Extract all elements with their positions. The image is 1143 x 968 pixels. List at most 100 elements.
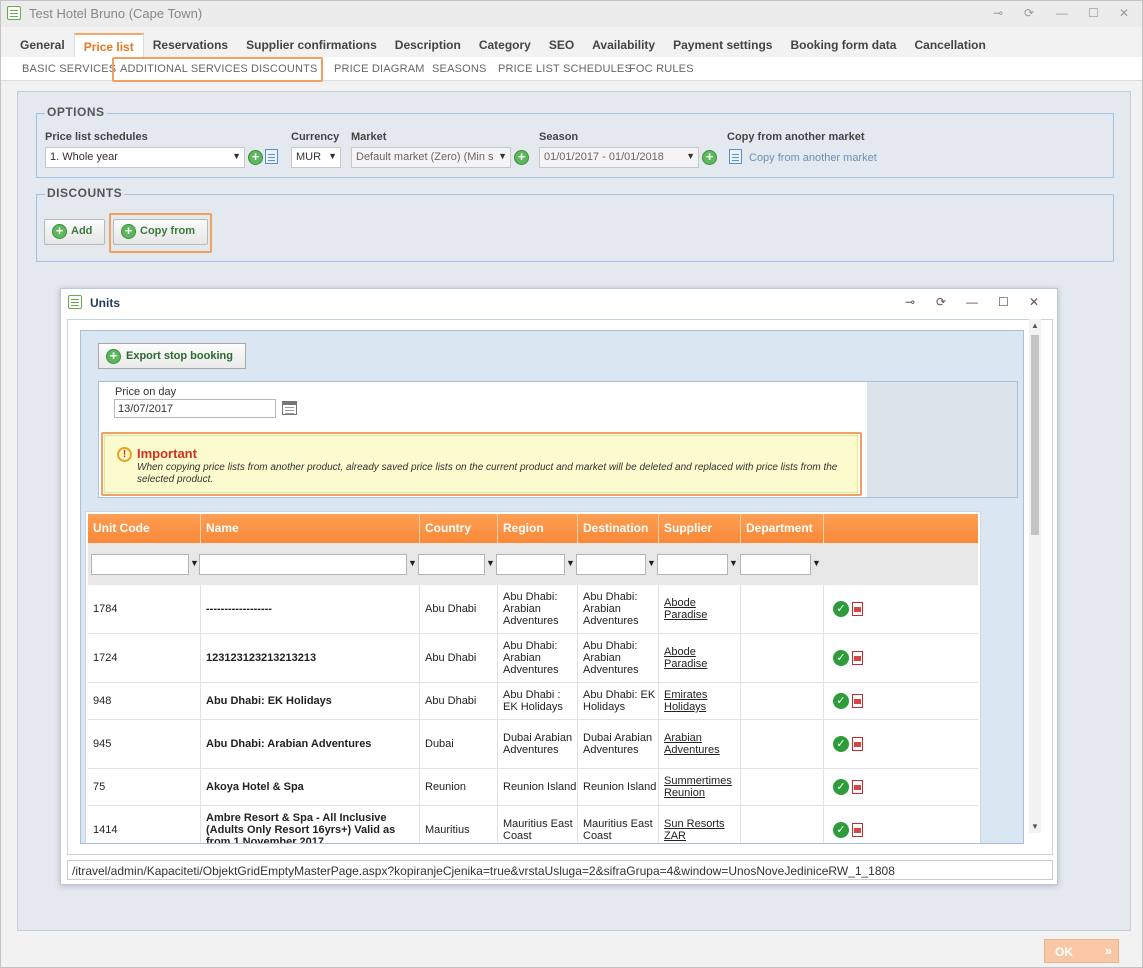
subtab-price-diagram[interactable]: PRICE DIAGRAM: [334, 63, 425, 75]
select-check-icon[interactable]: ✓: [833, 693, 849, 709]
filter-department[interactable]: [740, 554, 811, 575]
subtab-basic-services[interactable]: BASIC SERVICES: [22, 63, 116, 75]
cell-supplier[interactable]: Arabian Adventures: [659, 720, 741, 768]
pdf-icon[interactable]: [852, 737, 863, 751]
copy-market-link[interactable]: Copy from another market: [749, 152, 877, 164]
ok-button[interactable]: OK »: [1044, 939, 1119, 963]
currency-select[interactable]: MUR ▼: [291, 147, 341, 168]
filter-unit-code[interactable]: [91, 554, 189, 575]
filter-dropdown-icon[interactable]: ▼: [566, 558, 575, 568]
subtab-foc-rules[interactable]: FOC RULES: [629, 63, 694, 75]
add-market-icon[interactable]: +: [514, 150, 529, 165]
tab-seo[interactable]: SEO: [540, 33, 583, 57]
tab-supplier-confirmations[interactable]: Supplier confirmations: [237, 33, 386, 57]
col-supplier[interactable]: Supplier: [659, 514, 741, 543]
price-list-schedules-select[interactable]: 1. Whole year ▼: [45, 147, 245, 168]
filter-country[interactable]: [418, 554, 485, 575]
table-row[interactable]: 948 Abu Dhabi: EK Holidays Abu Dhabi Abu…: [88, 683, 978, 720]
maximize-icon[interactable]: ☐: [1088, 6, 1099, 20]
filter-region[interactable]: [496, 554, 565, 575]
filter-dropdown-icon[interactable]: ▼: [190, 558, 199, 568]
supplier-link[interactable]: Sun Resorts ZAR: [664, 818, 740, 842]
pdf-icon[interactable]: [852, 602, 863, 616]
calendar-icon[interactable]: [282, 401, 297, 415]
supplier-link[interactable]: Summertimes Reunion: [664, 775, 740, 799]
pin-icon[interactable]: ⊸: [993, 6, 1003, 20]
select-check-icon[interactable]: ✓: [833, 822, 849, 838]
cell-supplier[interactable]: Abode Paradise: [659, 634, 741, 682]
edit-schedule-icon[interactable]: [265, 149, 278, 164]
filter-dropdown-icon[interactable]: ▼: [408, 558, 417, 568]
supplier-link[interactable]: Abode Paradise: [664, 646, 740, 670]
tab-payment-settings[interactable]: Payment settings: [664, 33, 781, 57]
dialog-body: + Export stop booking Price on day ! Imp…: [80, 330, 1024, 844]
filter-dropdown-icon[interactable]: ▼: [729, 558, 738, 568]
select-check-icon[interactable]: ✓: [833, 736, 849, 752]
select-check-icon[interactable]: ✓: [833, 779, 849, 795]
minimize-icon[interactable]: —: [1056, 6, 1068, 20]
close-icon[interactable]: ✕: [1029, 295, 1039, 309]
col-destination[interactable]: Destination: [578, 514, 659, 543]
supplier-link[interactable]: Emirates Holidays: [664, 689, 740, 713]
filter-dropdown-icon[interactable]: ▼: [486, 558, 495, 568]
tab-cancellation[interactable]: Cancellation: [905, 33, 994, 57]
filter-dropdown-icon[interactable]: ▼: [647, 558, 656, 568]
supplier-link[interactable]: Abode Paradise: [664, 597, 740, 621]
table-row[interactable]: 1784 ------------------ Abu Dhabi Abu Dh…: [88, 585, 978, 634]
select-check-icon[interactable]: ✓: [833, 601, 849, 617]
tab-description[interactable]: Description: [386, 33, 470, 57]
pin-icon[interactable]: ⊸: [905, 295, 915, 309]
col-region[interactable]: Region: [498, 514, 578, 543]
minimize-icon[interactable]: —: [966, 295, 978, 309]
col-unit-code[interactable]: Unit Code: [88, 514, 201, 543]
tab-booking-form-data[interactable]: Booking form data: [781, 33, 905, 57]
tab-reservations[interactable]: Reservations: [144, 33, 237, 57]
table-row[interactable]: 1414 Ambre Resort & Spa - All Inclusive …: [88, 806, 978, 843]
add-schedule-icon[interactable]: +: [248, 150, 263, 165]
cell-supplier[interactable]: Summertimes Reunion: [659, 769, 741, 805]
close-icon[interactable]: ✕: [1119, 6, 1129, 20]
filter-supplier[interactable]: [657, 554, 728, 575]
cell-department: [741, 585, 824, 633]
select-check-icon[interactable]: ✓: [833, 650, 849, 666]
subtab-seasons[interactable]: SEASONS: [432, 63, 487, 75]
filter-dropdown-icon[interactable]: ▼: [812, 558, 821, 568]
table-row[interactable]: 75 Akoya Hotel & Spa Reunion Reunion Isl…: [88, 769, 978, 806]
subtab-price-list-schedules[interactable]: PRICE LIST SCHEDULES: [498, 63, 632, 75]
cell-supplier[interactable]: Sun Resorts ZAR: [659, 806, 741, 843]
supplier-link[interactable]: Arabian Adventures: [664, 732, 740, 756]
pdf-icon[interactable]: [852, 823, 863, 837]
col-name[interactable]: Name: [201, 514, 420, 543]
ok-button-label: OK: [1055, 945, 1073, 959]
tab-availability[interactable]: Availability: [583, 33, 664, 57]
add-season-icon[interactable]: +: [702, 150, 717, 165]
tab-general[interactable]: General: [11, 33, 74, 57]
table-row[interactable]: 945 Abu Dhabi: Arabian Adventures Dubai …: [88, 720, 978, 769]
scroll-thumb[interactable]: [1031, 335, 1039, 535]
pdf-icon[interactable]: [852, 651, 863, 665]
dialog-title-bar: Units ⊸ ⟳ — ☐ ✕: [61, 289, 1057, 315]
season-select[interactable]: 01/01/2017 - 01/01/2018 ▼: [539, 147, 699, 168]
market-select[interactable]: Default market (Zero) (Min s ▼: [351, 147, 511, 168]
tab-price-list[interactable]: Price list: [73, 33, 144, 57]
add-button[interactable]: + Add: [44, 219, 105, 245]
tab-category[interactable]: Category: [470, 33, 540, 57]
maximize-icon[interactable]: ☐: [998, 295, 1009, 309]
refresh-icon[interactable]: ⟳: [936, 295, 946, 309]
pdf-icon[interactable]: [852, 694, 863, 708]
refresh-icon[interactable]: ⟳: [1024, 6, 1034, 20]
filter-destination[interactable]: [576, 554, 646, 575]
pdf-icon[interactable]: [852, 780, 863, 794]
dialog-scrollbar[interactable]: ▲ ▼: [1029, 319, 1041, 833]
export-stop-booking-button[interactable]: + Export stop booking: [98, 343, 246, 369]
cell-supplier[interactable]: Emirates Holidays: [659, 683, 741, 719]
scroll-up-icon[interactable]: ▲: [1031, 321, 1039, 330]
copy-icon[interactable]: [729, 149, 742, 164]
table-row[interactable]: 1724 123123123213213213 Abu Dhabi Abu Dh…: [88, 634, 978, 683]
price-on-day-input[interactable]: [114, 399, 276, 418]
cell-supplier[interactable]: Abode Paradise: [659, 585, 741, 633]
col-country[interactable]: Country: [420, 514, 498, 543]
col-department[interactable]: Department: [741, 514, 824, 543]
scroll-down-icon[interactable]: ▼: [1031, 822, 1039, 831]
filter-name[interactable]: [199, 554, 407, 575]
